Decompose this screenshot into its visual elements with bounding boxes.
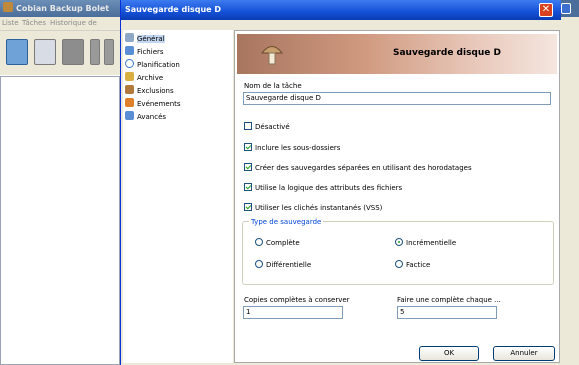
- nav-item-label: Fichiers: [137, 48, 164, 56]
- backup-type-group: Type de sauvegarde Complète Incrémentiel…: [242, 217, 554, 285]
- nav-item-label: Evénements: [137, 100, 181, 108]
- task-dialog: Sauvegarde disque D ✕ Général Fichiers P…: [120, 0, 561, 365]
- delete-icon[interactable]: [62, 39, 84, 65]
- background-window-title-text: Cobian Backup Bolet: [16, 4, 110, 13]
- radio-button[interactable]: [395, 238, 403, 246]
- header-title: Sauvegarde disque D: [392, 48, 501, 58]
- panel-header: Sauvegarde disque D: [237, 34, 557, 74]
- checkbox[interactable]: [244, 183, 252, 191]
- mushroom-icon: [261, 46, 283, 65]
- nav-item-evenements[interactable]: Evénements: [125, 98, 229, 109]
- nav-item-label: Exclusions: [137, 87, 174, 95]
- radio-incrementielle[interactable]: Incrémentielle: [395, 238, 456, 248]
- full-every-input[interactable]: 5: [397, 306, 497, 319]
- general-icon: [125, 33, 134, 42]
- checkbox[interactable]: [244, 203, 252, 211]
- option-logique-attributs[interactable]: Utilise la logique des attributs des fic…: [244, 183, 402, 193]
- option-vss[interactable]: Utiliser les clichés instantanés (VSS): [244, 203, 382, 213]
- task-name-input[interactable]: Sauvegarde disque D: [243, 92, 551, 105]
- nav-item-avances[interactable]: Avancés: [125, 111, 229, 122]
- radio-differentielle[interactable]: Différentielle: [255, 260, 311, 270]
- exclusions-icon: [125, 85, 134, 94]
- nav-item-fichiers[interactable]: Fichiers: [125, 46, 229, 57]
- settings-nav: Général Fichiers Planification Archive E…: [123, 30, 233, 363]
- option-label: Désactivé: [255, 123, 290, 131]
- radio-button[interactable]: [395, 260, 403, 268]
- option-inclure-sous-dossiers[interactable]: Inclure les sous-dossiers: [244, 143, 340, 153]
- full-copies-input[interactable]: 1: [243, 306, 343, 319]
- dialog-titlebar: Sauvegarde disque D ✕: [121, 0, 561, 20]
- checkbox[interactable]: [244, 122, 252, 130]
- full-copies-label: Copies complètes à conserver: [244, 296, 350, 304]
- radio-label: Complète: [266, 239, 300, 247]
- open-folder-icon[interactable]: [6, 39, 28, 65]
- option-label: Inclure les sous-dossiers: [255, 144, 341, 152]
- radio-label: Factice: [406, 261, 431, 269]
- save-icon[interactable]: [34, 39, 56, 65]
- option-label: Utilise la logique des attributs des fic…: [255, 184, 403, 192]
- archive-icon: [125, 72, 134, 81]
- schedule-icon: [125, 59, 134, 68]
- radio-label: Différentielle: [266, 261, 312, 269]
- ok-button[interactable]: OK: [419, 346, 479, 361]
- menu-liste[interactable]: Liste: [2, 19, 19, 27]
- option-label: Créer des sauvegardes séparées en utilis…: [255, 164, 472, 172]
- nav-item-label: Archive: [137, 74, 164, 82]
- backup-type-title: Type de sauvegarde: [249, 217, 324, 227]
- radio-button[interactable]: [255, 260, 263, 268]
- tool-icon[interactable]: [90, 39, 100, 65]
- background-menubar: Liste Tâches Historique de: [0, 17, 120, 31]
- background-toolbar: [0, 31, 120, 75]
- menu-taches[interactable]: Tâches: [22, 19, 46, 27]
- background-window-title: Cobian Backup Bolet: [3, 1, 121, 16]
- option-desactive[interactable]: Désactivé: [244, 122, 290, 132]
- background-right-titlebar: [560, 0, 579, 17]
- option-label: Utiliser les clichés instantanés (VSS): [255, 204, 383, 212]
- dialog-title: Sauvegarde disque D: [125, 5, 222, 14]
- nav-item-label: Général: [137, 35, 165, 43]
- nav-item-label: Avancés: [137, 113, 167, 121]
- app-icon: [3, 2, 13, 12]
- close-button[interactable]: ✕: [539, 3, 553, 17]
- advanced-icon: [125, 111, 134, 120]
- nav-item-archive[interactable]: Archive: [125, 72, 229, 83]
- background-right-edge: [560, 0, 579, 365]
- radio-factice[interactable]: Factice: [395, 260, 430, 270]
- tool-icon-2[interactable]: [104, 39, 114, 65]
- task-name-label: Nom de la tâche: [244, 82, 302, 90]
- radio-label: Incrémentielle: [406, 239, 457, 247]
- general-settings-panel: Sauvegarde disque D Nom de la tâche Sauv…: [234, 30, 560, 363]
- files-icon: [125, 46, 134, 55]
- minimize-icon[interactable]: [561, 3, 571, 14]
- events-icon: [125, 98, 134, 107]
- radio-complete[interactable]: Complète: [255, 238, 300, 248]
- radio-button[interactable]: [255, 238, 263, 246]
- nav-item-label: Planification: [137, 61, 180, 69]
- background-task-list[interactable]: [0, 76, 120, 365]
- nav-item-planification[interactable]: Planification: [125, 59, 229, 70]
- full-every-label: Faire une complète chaque ...: [397, 296, 501, 304]
- cancel-button[interactable]: Annuler: [493, 346, 555, 361]
- option-horodatages[interactable]: Créer des sauvegardes séparées en utilis…: [244, 163, 472, 173]
- menu-historique[interactable]: Historique de: [50, 19, 97, 27]
- checkbox[interactable]: [244, 163, 252, 171]
- nav-item-general[interactable]: Général: [125, 33, 229, 44]
- checkbox[interactable]: [244, 143, 252, 151]
- nav-item-exclusions[interactable]: Exclusions: [125, 85, 229, 96]
